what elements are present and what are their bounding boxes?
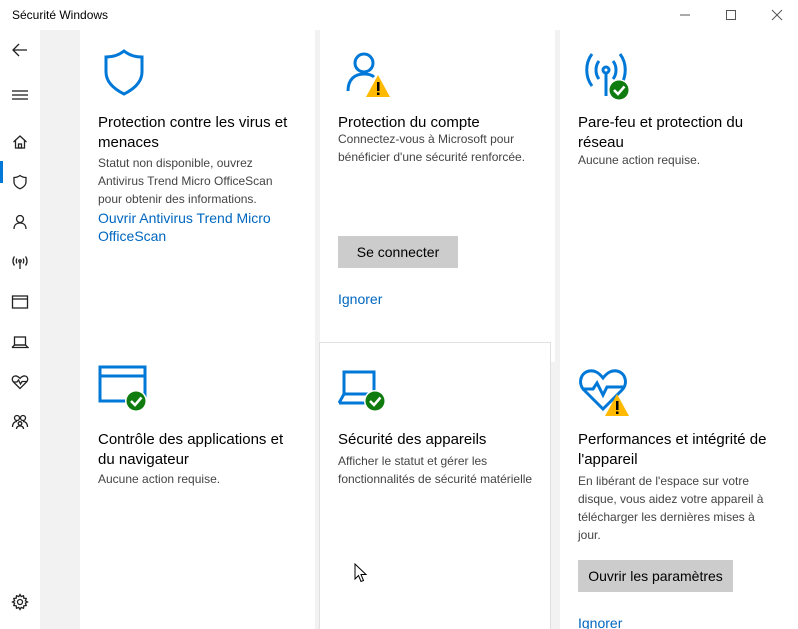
card-app-browser-control[interactable]: Contrôle des applications et du navigate… [80,343,315,629]
nav-item-virus[interactable] [0,162,40,202]
home-icon [13,135,27,149]
open-trend-micro-link[interactable]: Ouvrir Antivirus Trend Micro OfficeScan [98,209,298,245]
family-icon [11,414,29,430]
card-virus-protection[interactable]: Protection contre les virus et menaces S… [80,30,315,362]
browser-window-icon [11,295,29,309]
card-account-protection[interactable]: Protection du compte Connectez-vous à Mi… [320,30,555,362]
laptop-check-icon [338,370,386,412]
menu-button[interactable] [0,75,40,115]
minimize-button[interactable] [662,0,708,30]
card-device-health[interactable]: Performances et intégrité de l'appareil … [560,343,798,629]
close-icon [771,9,783,21]
antenna-icon [12,256,28,269]
card-description: Aucune action requise. [578,153,701,167]
left-nav [0,30,40,629]
card-description: En libérant de l'espace sur votre disque… [578,474,764,542]
card-title: Protection contre les virus et menaces [98,114,288,151]
card-title: Sécurité des appareils [338,431,487,448]
card-firewall[interactable]: Pare-feu et protection du réseau Aucune … [560,30,798,362]
app-title: Sécurité Windows [12,8,109,22]
nav-item-app-browser[interactable] [0,282,40,322]
card-title: Contrôle des applications et du navigate… [98,431,284,468]
laptop-icon [11,336,29,349]
close-button[interactable] [754,0,798,30]
browser-check-icon [98,365,147,412]
gear-icon [11,593,29,611]
sign-in-button[interactable]: Se connecter [338,236,458,268]
back-arrow-icon [12,43,27,57]
mouse-cursor-icon [354,563,368,583]
back-button[interactable] [0,30,40,70]
nav-item-device[interactable] [0,322,40,362]
card-description: Connectez-vous à Microsoft pour bénéfici… [338,132,526,164]
heart-pulse-warning-icon [579,369,629,416]
card-description: Statut non disponible, ouvrez Antivirus … [98,156,273,206]
nav-item-account[interactable] [0,202,40,242]
home-content: Protection contre les virus et menaces S… [40,30,798,629]
maximize-icon [726,10,736,20]
card-description: Aucune action requise. [98,472,221,486]
shield-icon [104,49,144,96]
nav-item-health[interactable] [0,362,40,402]
ignore-health-link[interactable]: Ignorer [578,614,778,629]
hamburger-icon [12,90,28,100]
person-warning-icon [346,52,390,97]
title-bar: Sécurité Windows [0,0,798,30]
person-icon [13,214,27,230]
heart-pulse-icon [11,375,29,390]
shield-icon [13,174,27,190]
antenna-check-icon [585,53,630,101]
nav-item-home[interactable] [0,122,40,162]
open-settings-button[interactable]: Ouvrir les paramètres [578,560,733,592]
maximize-button[interactable] [708,0,754,30]
nav-item-settings[interactable] [0,582,40,622]
card-title: Pare-feu et protection du réseau [578,114,744,151]
card-description: Afficher le statut et gérer les fonction… [338,454,533,486]
card-title: Performances et intégrité de l'appareil [578,431,767,468]
nav-item-firewall[interactable] [0,242,40,282]
ignore-account-link[interactable]: Ignorer [338,290,538,308]
nav-item-family[interactable] [0,402,40,442]
minimize-icon [680,14,690,16]
card-device-security[interactable]: Sécurité des appareils Afficher le statu… [319,342,551,629]
